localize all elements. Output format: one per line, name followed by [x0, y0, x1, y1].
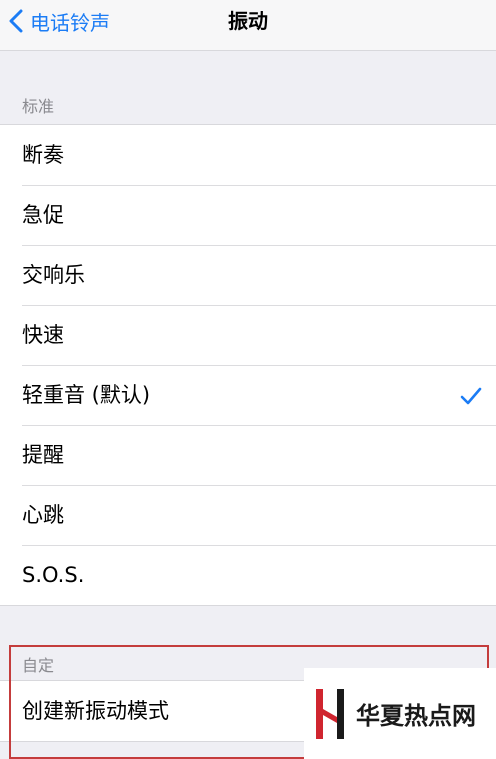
vibration-option-sos[interactable]: S.O.S. — [0, 545, 496, 605]
option-label: 心跳 — [22, 503, 64, 527]
vibration-option-heartbeat[interactable]: 心跳 — [0, 485, 496, 545]
watermark-logo-icon — [316, 688, 344, 739]
vibration-option-quick[interactable]: 快速 — [0, 305, 496, 365]
vibration-option-symphony[interactable]: 交响乐 — [0, 245, 496, 305]
vibration-option-rapid[interactable]: 急促 — [0, 185, 496, 245]
option-label: 提醒 — [22, 443, 64, 467]
vibration-option-staccato[interactable]: 断奏 — [0, 125, 496, 185]
checkmark-icon — [460, 387, 482, 405]
watermark-text: 华夏热点网 — [356, 701, 476, 730]
vibration-option-alert[interactable]: 提醒 — [0, 425, 496, 485]
standard-vibration-list: 断奏 急促 交响乐 快速 轻重音 (默认) 提醒 心跳 S.O.S. — [0, 124, 496, 606]
watermark: 华夏热点网 — [304, 668, 496, 759]
option-label: 轻重音 (默认) — [22, 383, 151, 407]
option-label: 急促 — [22, 203, 64, 227]
navigation-bar: 电话铃声 振动 — [0, 0, 496, 51]
page-title: 振动 — [228, 9, 268, 33]
option-label: S.O.S. — [22, 563, 85, 587]
option-label: 断奏 — [22, 143, 64, 167]
option-label: 交响乐 — [22, 263, 85, 287]
option-label: 快速 — [22, 323, 64, 347]
section-header-standard: 标准 — [22, 97, 55, 116]
vibration-option-accent-default[interactable]: 轻重音 (默认) — [0, 365, 496, 425]
